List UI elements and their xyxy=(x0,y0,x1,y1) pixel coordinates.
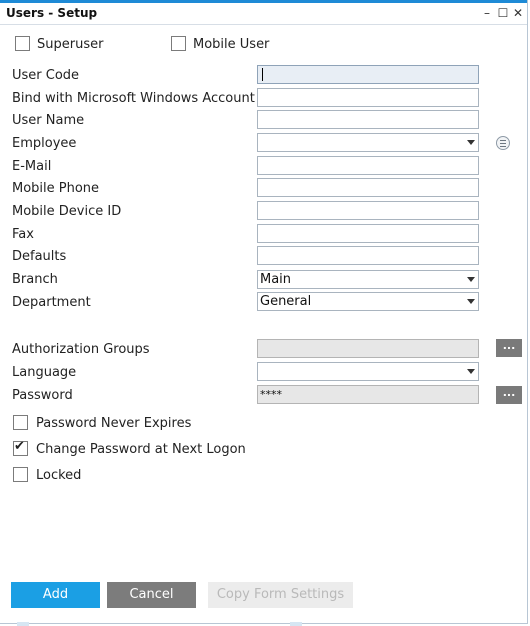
minimize-icon[interactable]: – xyxy=(480,5,494,21)
mobile-phone-label: Mobile Phone xyxy=(12,181,100,196)
close-icon[interactable]: ✕ xyxy=(511,5,525,21)
chevron-down-icon xyxy=(467,299,475,304)
users-setup-window: Users - Setup – ☐ ✕ Superuser Mobile Use… xyxy=(0,0,528,624)
branch-value: Main xyxy=(260,272,292,287)
change-password-label: Change Password at Next Logon xyxy=(36,442,246,457)
bind-windows-input[interactable] xyxy=(257,88,479,107)
mobile-device-id-label: Mobile Device ID xyxy=(12,204,122,219)
defaults-label: Defaults xyxy=(12,249,67,264)
chevron-down-icon xyxy=(467,140,475,145)
checkmark-icon: ✔ xyxy=(14,439,25,454)
branch-dropdown[interactable]: Main xyxy=(257,270,479,289)
mobile-device-id-input[interactable] xyxy=(257,201,479,220)
language-dropdown[interactable] xyxy=(257,362,479,381)
password-label: Password xyxy=(12,388,73,403)
superuser-label: Superuser xyxy=(37,37,104,52)
window-title: Users - Setup xyxy=(6,6,98,20)
email-label: E-Mail xyxy=(12,159,52,174)
text-caret xyxy=(262,68,263,81)
mobile-user-checkbox[interactable] xyxy=(171,36,186,51)
mobile-user-label: Mobile User xyxy=(193,37,270,52)
superuser-checkbox[interactable] xyxy=(15,36,30,51)
fax-label: Fax xyxy=(12,227,34,242)
title-bar: Users - Setup – ☐ ✕ xyxy=(0,3,527,25)
fax-input[interactable] xyxy=(257,224,479,243)
language-label: Language xyxy=(12,365,77,380)
user-name-label: User Name xyxy=(12,113,85,128)
employee-label: Employee xyxy=(12,136,77,151)
email-input[interactable] xyxy=(257,156,479,175)
bottom-decoration xyxy=(17,622,29,626)
password-value: **** xyxy=(260,388,282,401)
authorization-groups-browse-button[interactable]: ... xyxy=(496,339,522,357)
chevron-down-icon xyxy=(467,369,475,374)
employee-dropdown[interactable] xyxy=(257,133,479,152)
user-code-input[interactable] xyxy=(257,65,479,84)
locked-label: Locked xyxy=(36,468,82,483)
password-browse-button[interactable]: ... xyxy=(496,386,522,404)
password-never-expires-label: Password Never Expires xyxy=(36,416,192,431)
password-never-expires-checkbox[interactable] xyxy=(13,415,28,430)
bind-windows-label: Bind with Microsoft Windows Account xyxy=(12,91,255,106)
add-button[interactable]: Add xyxy=(11,582,100,608)
department-label: Department xyxy=(12,295,91,310)
password-input: **** xyxy=(257,385,479,404)
branch-label: Branch xyxy=(12,272,58,287)
department-value: General xyxy=(260,294,312,309)
user-code-label: User Code xyxy=(12,68,80,83)
employee-details-icon[interactable] xyxy=(496,136,510,150)
copy-form-settings-button[interactable]: Copy Form Settings xyxy=(208,582,353,608)
authorization-groups-input xyxy=(257,339,479,358)
department-dropdown[interactable]: General xyxy=(257,292,479,311)
defaults-input[interactable] xyxy=(257,246,479,265)
chevron-down-icon xyxy=(467,277,475,282)
cancel-button[interactable]: Cancel xyxy=(107,582,196,608)
user-name-input[interactable] xyxy=(257,110,479,129)
mobile-phone-input[interactable] xyxy=(257,178,479,197)
locked-checkbox[interactable] xyxy=(13,467,28,482)
change-password-checkbox[interactable]: ✔ xyxy=(13,439,28,456)
maximize-icon[interactable]: ☐ xyxy=(496,5,510,21)
authorization-groups-label: Authorization Groups xyxy=(12,342,150,357)
bottom-decoration xyxy=(290,622,302,626)
